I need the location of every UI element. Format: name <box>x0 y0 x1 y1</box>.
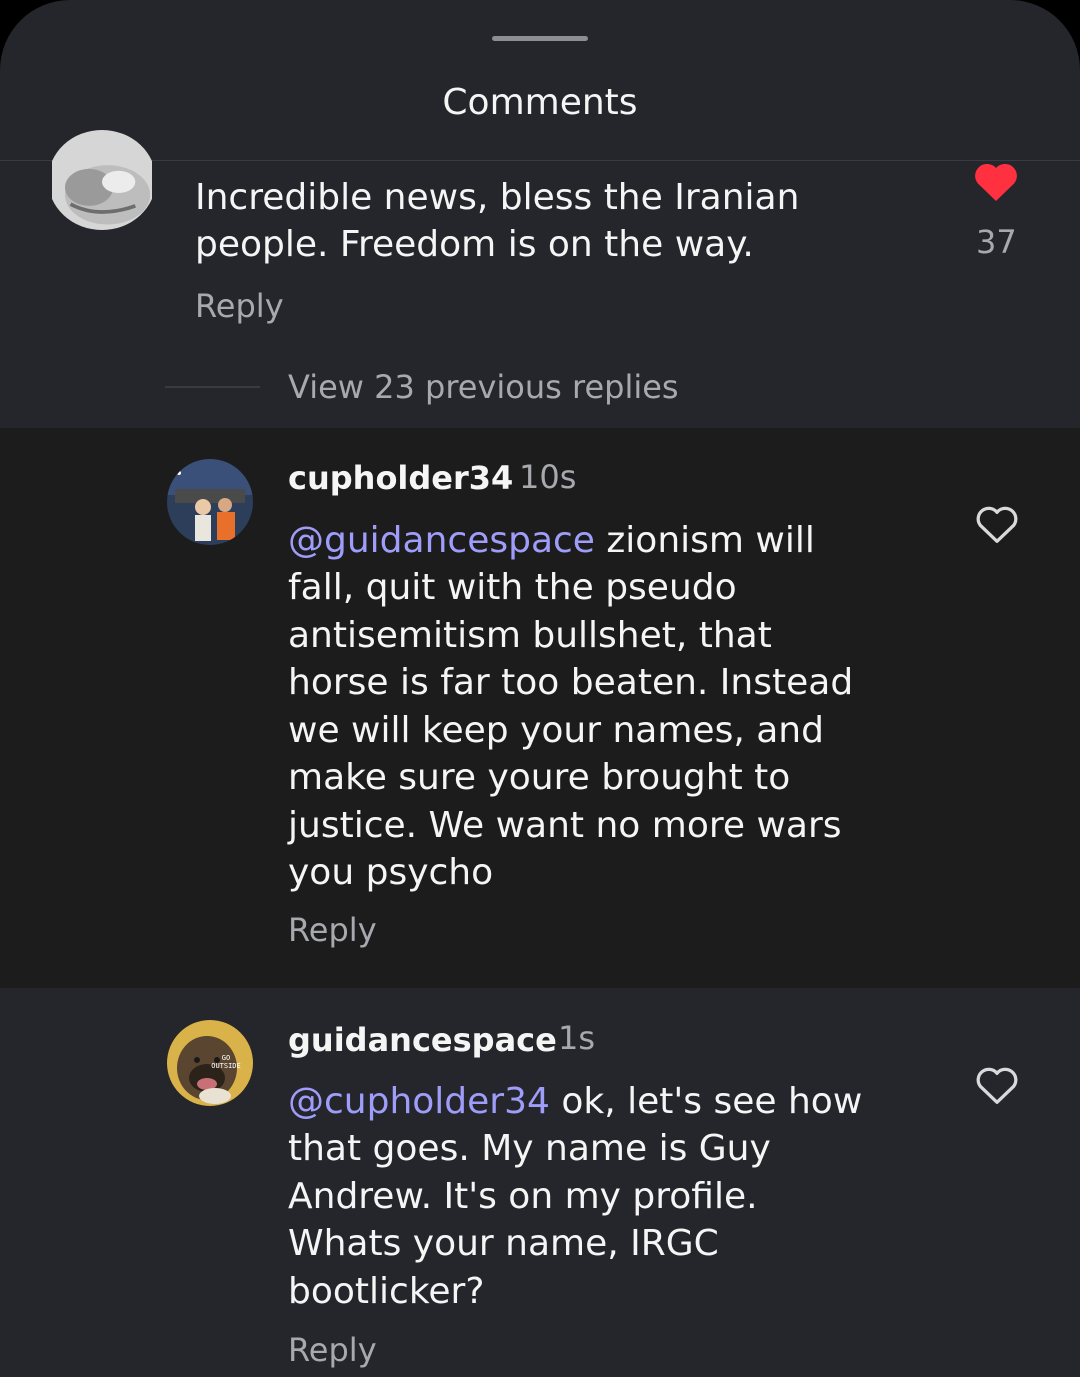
comment-text-line: we will keep your names, and <box>288 710 824 751</box>
comment-text-line: that goes. My name is Guy <box>288 1128 771 1169</box>
comment-text-line: people. Freedom is on the way. <box>195 224 754 265</box>
comment-text-line: bootlicker? <box>288 1271 485 1312</box>
heart-filled-icon[interactable] <box>972 160 1020 202</box>
drag-handle[interactable] <box>492 36 588 41</box>
replies-divider <box>165 386 260 388</box>
comment-text-line: antisemitism bullshet, that <box>288 615 772 656</box>
timestamp: 1s <box>558 1019 596 1057</box>
comment-text-line: Andrew. It's on my profile. <box>288 1176 758 1217</box>
comment-text-line: horse is far too beaten. Instead <box>288 662 854 703</box>
avatar-caption: GO OUTSIDE <box>211 1054 241 1070</box>
comment-text-line: justice. We want no more wars <box>288 805 842 846</box>
username[interactable]: guidancespace <box>288 1020 557 1060</box>
comment-text-line: you psycho <box>288 852 494 893</box>
comments-sheet: Comments Incredible news, bless the Iran… <box>0 0 1080 1377</box>
view-replies-button[interactable]: View 23 previous replies <box>288 366 679 408</box>
header-divider <box>0 160 1080 161</box>
comment-text-line: Incredible news, bless the Iranian <box>195 177 800 218</box>
avatar[interactable] <box>167 459 253 545</box>
timestamp: 10s <box>519 458 577 496</box>
heart-outline-icon[interactable] <box>974 504 1020 544</box>
reply-button[interactable]: Reply <box>195 286 284 326</box>
comment-text-line: fall, quit with the pseudo <box>288 567 737 608</box>
mention-link[interactable]: @guidancespace <box>288 520 595 561</box>
avatar[interactable] <box>48 130 156 230</box>
comment-text-line: make sure youre brought to <box>288 757 791 798</box>
comment-text-line: @guidancespace zionism will <box>288 520 815 561</box>
sheet-title: Comments <box>442 82 638 123</box>
comment-text-line: @cupholder34 ok, let's see how <box>288 1081 863 1122</box>
reply-button[interactable]: Reply <box>288 1330 377 1370</box>
username[interactable]: cupholder34 <box>288 458 513 498</box>
like-count: 37 <box>976 223 1017 261</box>
avatar[interactable]: GO OUTSIDE <box>167 1020 253 1106</box>
heart-outline-icon[interactable] <box>974 1065 1020 1105</box>
reply-button[interactable]: Reply <box>288 910 377 950</box>
comment-text-line: Whats your name, IRGC <box>288 1223 719 1264</box>
mention-link[interactable]: @cupholder34 <box>288 1081 550 1122</box>
